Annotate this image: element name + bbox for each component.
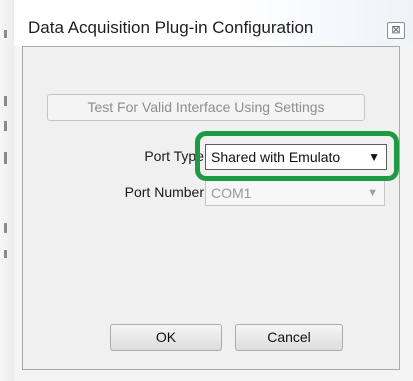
chevron-down-icon: ▼ [368,150,380,164]
port-type-select[interactable]: Shared with Emulato ▼ [205,144,387,170]
port-type-value: Shared with Emulato [211,149,341,165]
ok-button[interactable]: OK [110,324,222,351]
title-bar[interactable]: Data Acquisition Plug-in Configuration ⊠ [14,0,413,46]
configuration-dialog: Data Acquisition Plug-in Configuration ⊠… [14,0,413,381]
port-number-label: Port Number [124,184,204,200]
background-mark [4,121,7,131]
dialog-title: Data Acquisition Plug-in Configuration [28,18,314,37]
background-mark [4,30,7,38]
chevron-down-icon: ▼ [367,187,378,199]
port-number-select[interactable]: COM1 ▼ [205,180,385,206]
port-type-label: Port Type [144,148,204,164]
background-mark [4,223,7,233]
background-mark [4,96,7,106]
background-mark [4,152,7,164]
test-interface-button[interactable]: Test For Valid Interface Using Settings [47,94,365,121]
background-mark [4,250,7,258]
close-icon: ⊠ [391,24,401,36]
dialog-body: Test For Valid Interface Using Settings … [22,46,400,370]
port-number-value: COM1 [211,185,252,201]
background-window-edge [0,0,15,381]
close-button[interactable]: ⊠ [387,22,405,39]
cancel-button[interactable]: Cancel [235,324,343,351]
